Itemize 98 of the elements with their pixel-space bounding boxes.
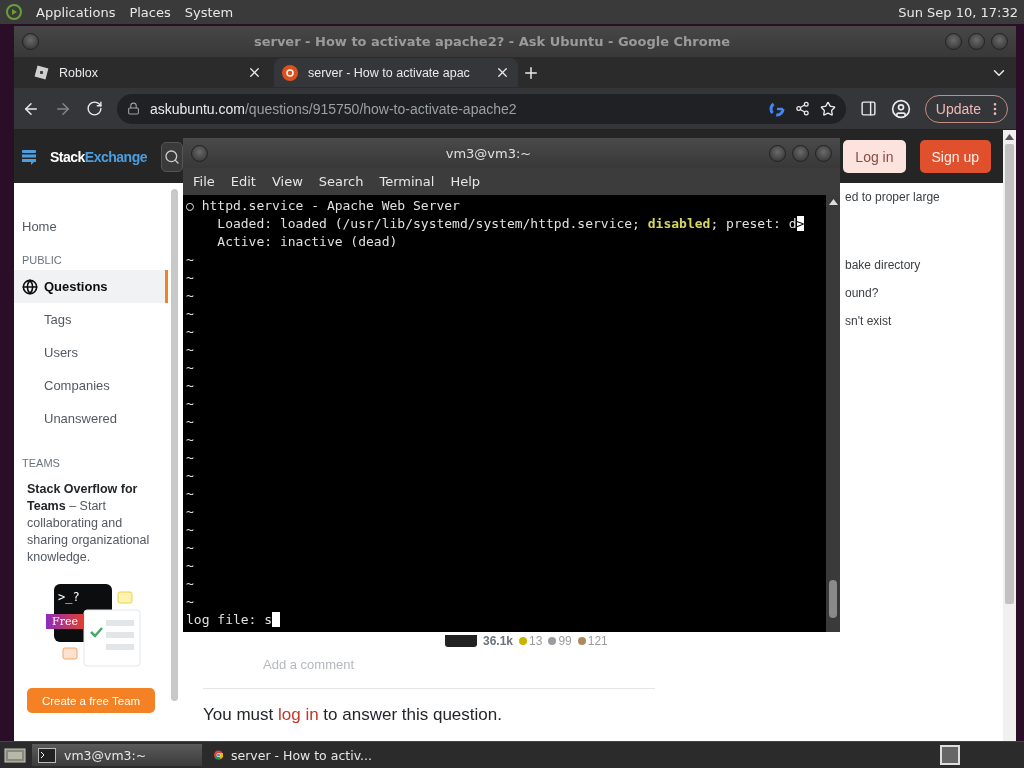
menu-item[interactable]: File <box>185 174 223 189</box>
nav-item[interactable]: Questions <box>14 270 168 303</box>
empty-line-tilde: ~ <box>186 341 195 359</box>
prompt-glyphs: >_? <box>58 590 80 604</box>
empty-line-tilde: ~ <box>186 593 195 611</box>
empty-line-tilde: ~ <box>186 413 195 431</box>
page-scrollbar[interactable] <box>1005 144 1014 604</box>
window-title: server - How to activate apache2? - Ask Ubuntu - Google Chrome <box>252 34 732 49</box>
lock-icon <box>127 102 140 115</box>
empty-line-tilde: ~ <box>186 323 195 341</box>
terminal-prompt: log file: s <box>186 611 824 629</box>
window-title: vm3@vm3:~ <box>444 145 533 161</box>
empty-line-tilde: ~ <box>186 269 195 287</box>
empty-line-tilde: ~ <box>186 521 195 539</box>
related-question-link[interactable]: sn't exist <box>845 307 1003 335</box>
taskbar-button[interactable]: server - How to activ... <box>208 744 378 766</box>
related-question-link[interactable]: bake directory <box>845 251 1003 279</box>
empty-line-tilde: ~ <box>186 359 195 377</box>
menu-item[interactable]: View <box>263 174 311 189</box>
menu-item[interactable]: Help <box>442 174 489 189</box>
panel-menu[interactable]: Applications <box>36 4 116 20</box>
section-heading: PUBLIC <box>21 254 63 266</box>
terminal-line: ○ httpd.service - Apache Web Server <box>186 197 461 215</box>
stack-logo-icon[interactable] <box>22 148 36 165</box>
menu-item[interactable]: Search <box>310 174 372 189</box>
distro-logo-icon[interactable] <box>6 4 22 20</box>
terminal-line: Active: inactive (dead) <box>216 233 399 251</box>
close-button[interactable] <box>991 33 1008 50</box>
workspace-switcher[interactable] <box>940 745 960 765</box>
terminal-scrollbar[interactable] <box>829 580 837 618</box>
taskbar-button[interactable]: vm3@vm3:~ <box>32 744 202 766</box>
empty-line-tilde: ~ <box>186 395 195 413</box>
badge-count: 121 <box>577 634 608 648</box>
address-bar[interactable]: askubuntu.com/questions/915750/how-to-activate-apache2 <box>117 93 846 124</box>
profile-icon[interactable] <box>890 98 911 119</box>
url-path: /questions/915750/how-to-activate-apache2 <box>244 100 517 117</box>
related-question-link[interactable]: ed to proper large <box>845 183 1003 211</box>
url-host: askubuntu.com <box>150 100 245 117</box>
empty-line-tilde: ~ <box>186 431 195 449</box>
nav-item[interactable]: Companies <box>14 369 168 402</box>
teams-promo-text: Stack Overflow for Teams – Start collaborating and sharing organizational knowledge. <box>26 481 151 566</box>
globe-icon <box>22 278 38 295</box>
reputation: 36.1k <box>483 634 514 648</box>
empty-line-tilde: ~ <box>186 251 195 269</box>
window-menu-button[interactable] <box>191 144 208 162</box>
free-badge: Free <box>46 614 84 629</box>
minimize-button[interactable] <box>945 33 962 50</box>
empty-line-tilde: ~ <box>186 305 195 323</box>
badge-count: 13 <box>519 634 543 648</box>
reload-icon[interactable] <box>86 100 103 117</box>
nav-item[interactable]: Unanswered <box>14 402 168 435</box>
side-panel-icon[interactable] <box>859 100 877 117</box>
sign-up-button[interactable]: Sign up <box>919 140 991 173</box>
empty-line-tilde: ~ <box>186 377 195 395</box>
empty-line-tilde: ~ <box>186 467 195 485</box>
empty-line-tilde: ~ <box>186 485 195 503</box>
related-question-link[interactable]: ound? <box>845 279 1003 307</box>
share-icon[interactable] <box>794 101 810 116</box>
log-in-link[interactable]: log in <box>278 705 319 724</box>
search-icon <box>164 148 180 165</box>
scroll-up-arrow-icon[interactable] <box>1005 134 1014 140</box>
terminal-line: Loaded: loaded (/usr/lib/systemd/system/httpd.service; disabled; preset: d> <box>216 215 806 233</box>
tab-close-icon[interactable] <box>495 65 510 80</box>
empty-line-tilde: ~ <box>186 575 195 593</box>
sidebar-scrollbar[interactable] <box>170 189 178 701</box>
search-field[interactable] <box>161 141 183 172</box>
section-heading: TEAMS <box>21 457 61 469</box>
tab-close-icon[interactable] <box>247 65 262 80</box>
nav-item[interactable]: Users <box>14 336 168 369</box>
star-icon[interactable] <box>819 100 836 117</box>
show-desktop-icon[interactable] <box>4 746 26 764</box>
menu-item[interactable]: Edit <box>222 174 264 189</box>
empty-line-tilde: ~ <box>186 503 195 521</box>
nav-link[interactable]: Home <box>14 213 168 240</box>
log-in-button[interactable]: Log in <box>843 140 906 173</box>
browser-tab[interactable]: server - How to activate apac <box>274 58 518 87</box>
text-cursor <box>272 612 281 627</box>
empty-line-tilde: ~ <box>186 539 195 557</box>
terminal-icon <box>38 747 56 763</box>
avatar-photo-placeholder <box>445 635 477 647</box>
browser-tab[interactable]: Roblox <box>26 58 270 87</box>
site-logo[interactable]: StackExchange <box>50 148 147 165</box>
login-prompt: You must log in to answer this question. <box>203 705 503 725</box>
panel-menu[interactable]: System <box>184 4 234 20</box>
minimize-button[interactable] <box>769 144 786 162</box>
empty-line-tilde: ~ <box>186 449 195 467</box>
close-button[interactable] <box>815 144 832 162</box>
badge-count: 99 <box>548 634 572 648</box>
maximize-button[interactable] <box>968 33 985 50</box>
empty-line-tilde: ~ <box>186 557 195 575</box>
panel-clock[interactable]: Sun Sep 10, 17:32 <box>898 4 1018 20</box>
nav-item[interactable]: Tags <box>14 303 168 336</box>
window-menu-button[interactable] <box>22 33 39 50</box>
maximize-button[interactable] <box>792 144 809 162</box>
scroll-up-arrow-icon[interactable] <box>828 199 838 205</box>
panel-menu[interactable]: Places <box>129 4 171 20</box>
menu-item[interactable]: Terminal <box>371 174 443 189</box>
empty-line-tilde: ~ <box>186 287 195 305</box>
